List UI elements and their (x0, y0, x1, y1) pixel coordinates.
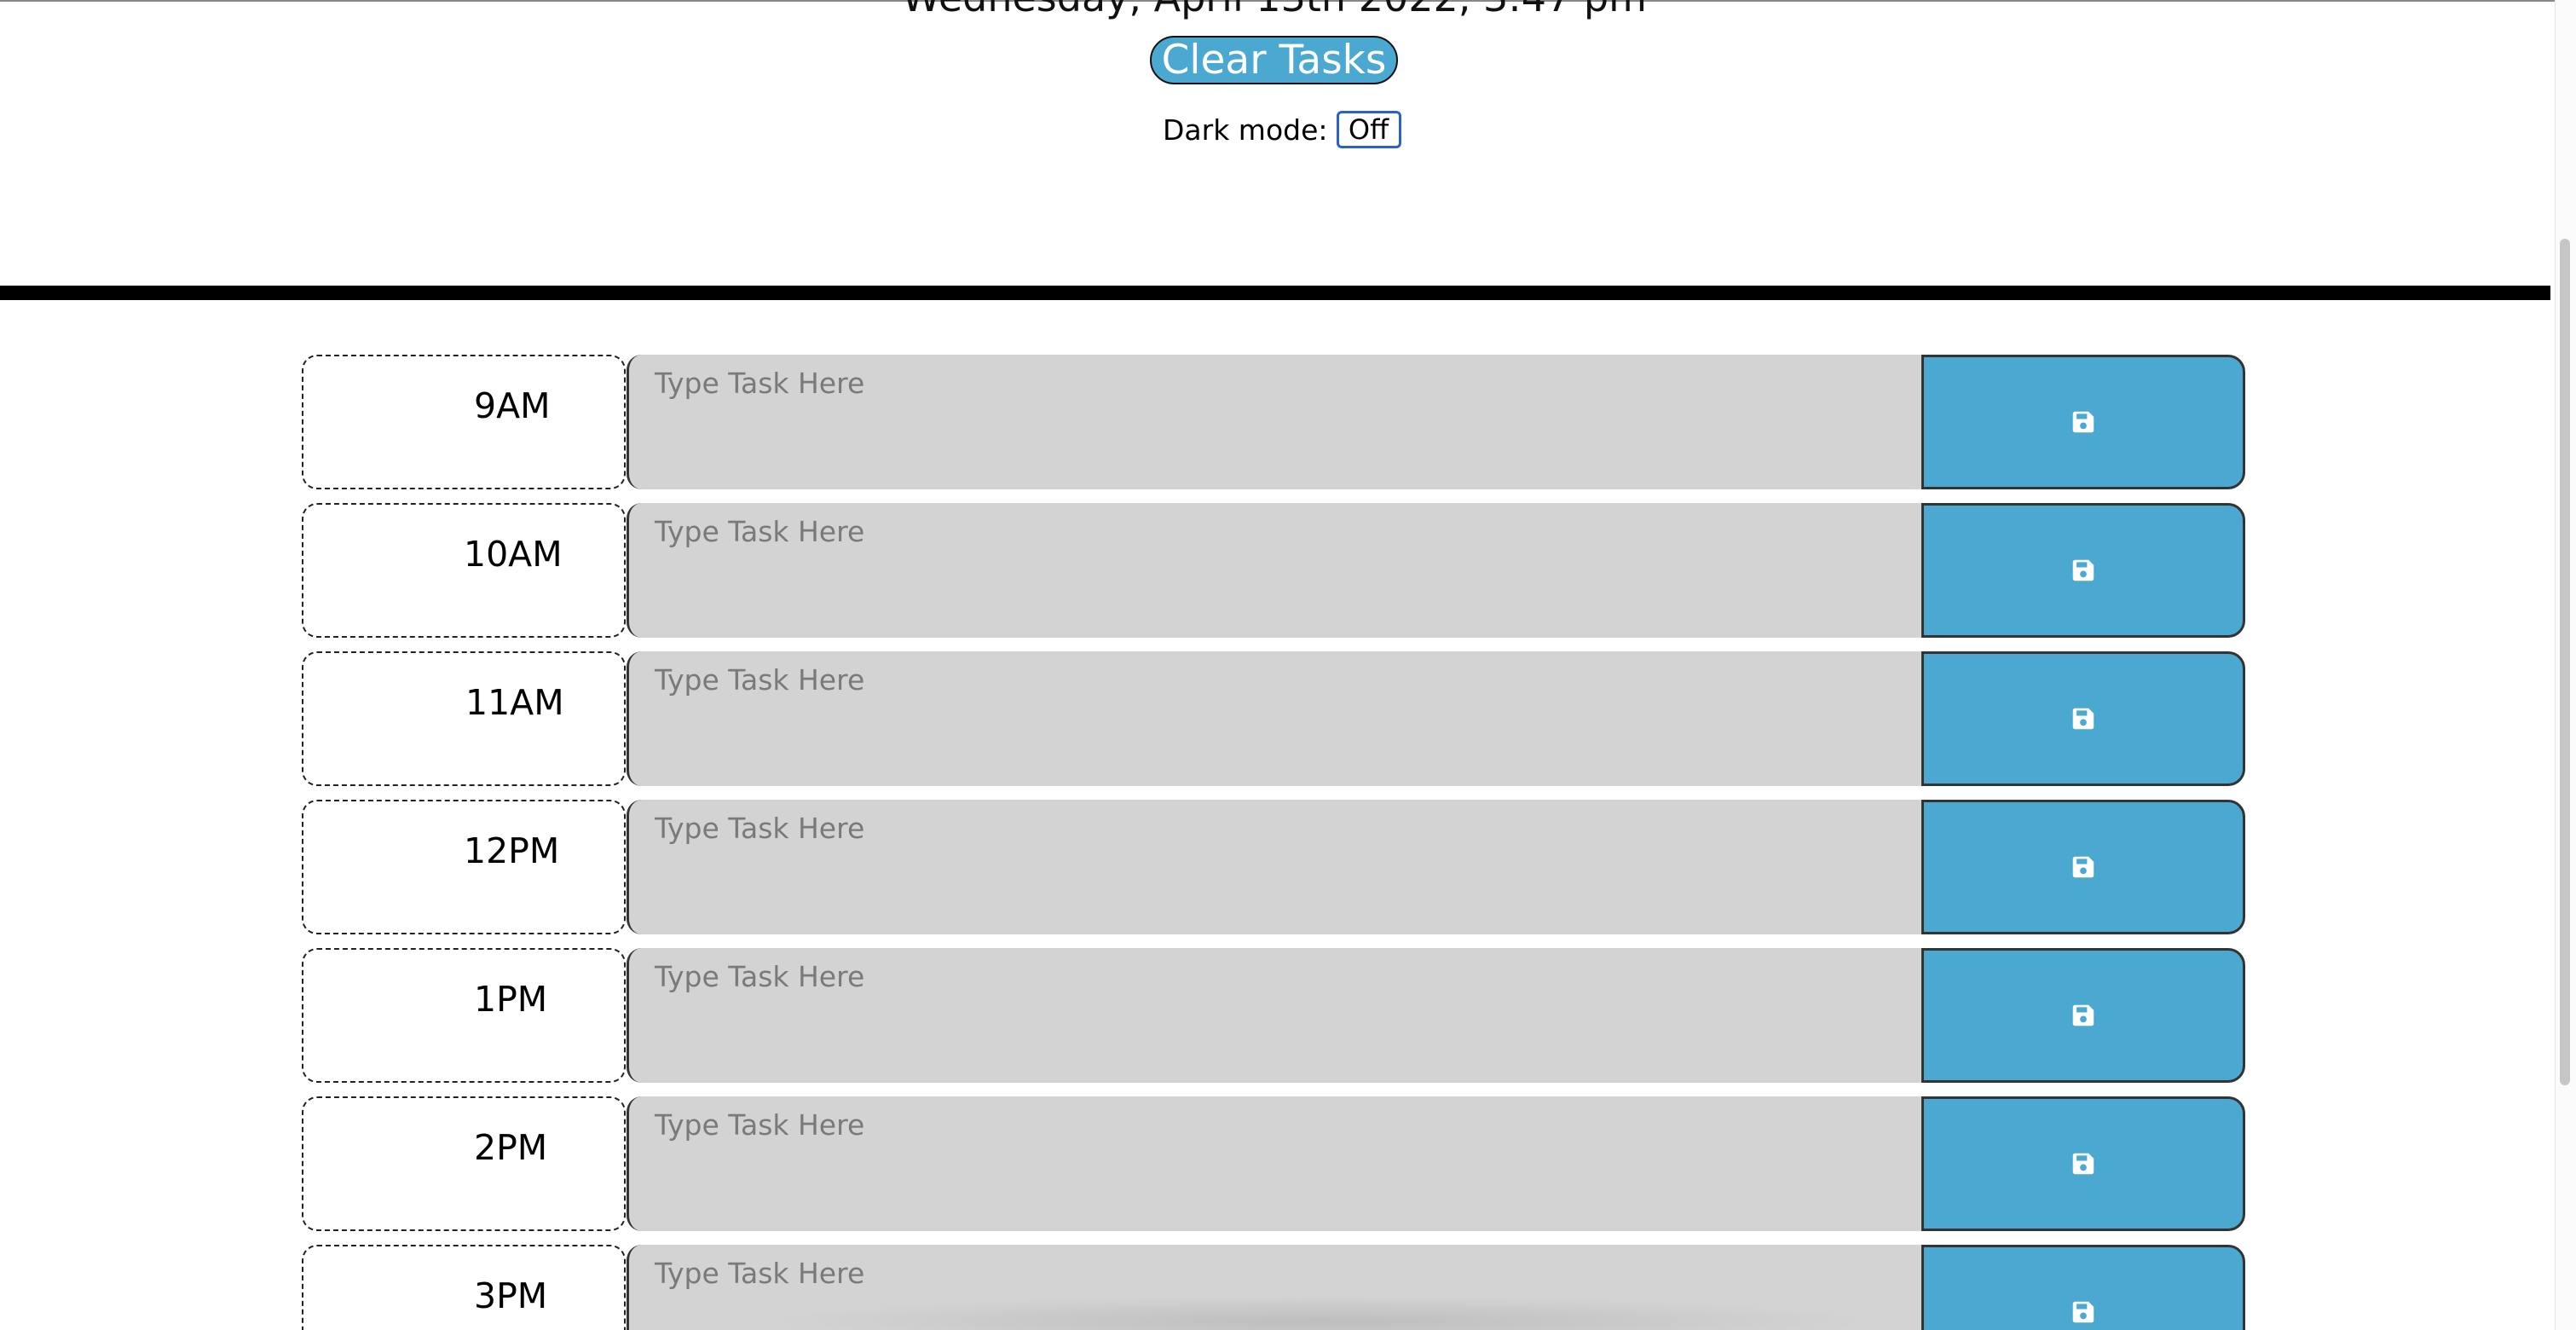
time-block-row: 1PM (302, 948, 2247, 1083)
page-scrollbar[interactable] (2555, 0, 2576, 1330)
time-block-list: 9AM 10AM (302, 355, 2247, 1330)
save-button[interactable] (1921, 355, 2245, 489)
hour-box: 11AM (302, 651, 626, 786)
time-block-row: 12PM (302, 800, 2247, 934)
hour-box: 12PM (302, 800, 626, 934)
save-button[interactable] (1921, 1245, 2245, 1330)
clear-tasks-button[interactable]: Clear Tasks (1150, 36, 1398, 84)
time-block-row: 9AM (302, 355, 2247, 489)
hour-box: 9AM (302, 355, 626, 489)
dark-mode-row: Dark mode: Off (1163, 110, 1401, 149)
save-button[interactable] (1921, 503, 2245, 638)
hour-box: 3PM (302, 1245, 626, 1330)
save-icon (2072, 708, 2094, 730)
time-block-row: 3PM (302, 1245, 2247, 1330)
time-block-row: 2PM (302, 1096, 2247, 1231)
save-button[interactable] (1921, 1096, 2245, 1231)
hour-box: 2PM (302, 1096, 626, 1231)
save-button[interactable] (1921, 800, 2245, 934)
save-icon (2072, 856, 2094, 878)
scrollbar-thumb[interactable] (2560, 239, 2570, 1085)
hour-box: 10AM (302, 503, 626, 638)
scheduler-page: Wednesday, April 13th 2022, 3:47 pm Clea… (0, 0, 2576, 1330)
dark-mode-label: Dark mode: (1163, 113, 1328, 147)
dark-mode-toggle[interactable]: Off (1336, 111, 1401, 148)
save-icon (2072, 559, 2094, 581)
current-date-text: Wednesday, April 13th 2022, 3:47 pm (0, 0, 2549, 20)
time-block-row: 10AM (302, 503, 2247, 638)
header-divider (0, 286, 2550, 300)
save-icon (2072, 1004, 2094, 1026)
save-icon (2072, 1153, 2094, 1175)
save-icon (2072, 1301, 2094, 1323)
time-block-row: 11AM (302, 651, 2247, 786)
save-icon (2072, 411, 2094, 433)
save-button[interactable] (1921, 948, 2245, 1083)
save-button[interactable] (1921, 651, 2245, 786)
hour-box: 1PM (302, 948, 626, 1083)
